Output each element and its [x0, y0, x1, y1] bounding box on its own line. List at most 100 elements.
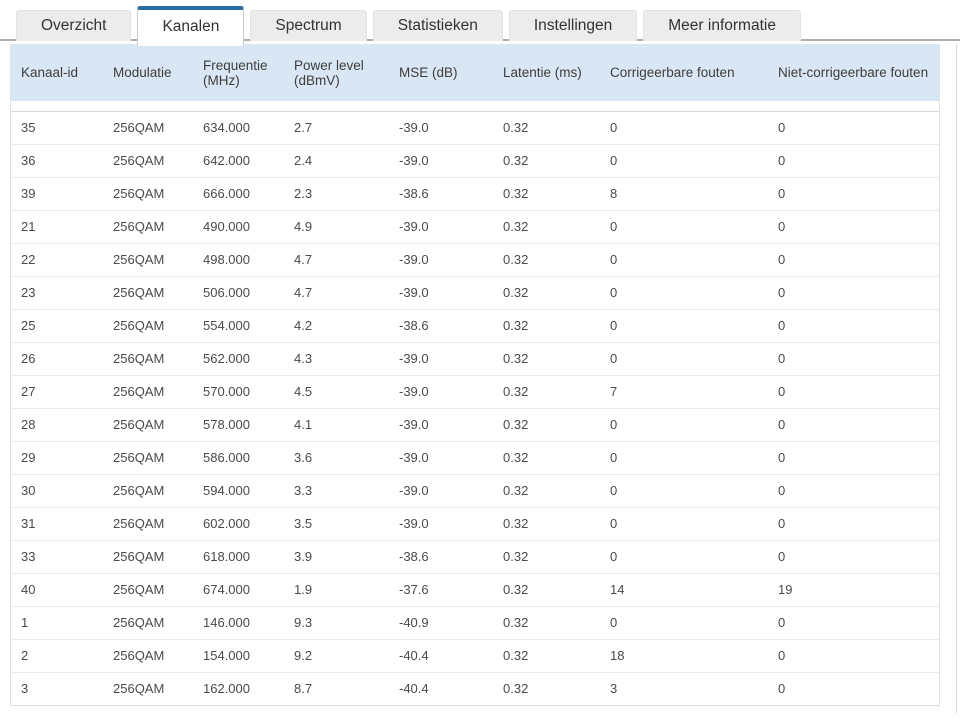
- table-cell: 2.3: [294, 178, 399, 210]
- table-cell: -39.0: [399, 376, 503, 408]
- table-cell: 3: [21, 673, 113, 705]
- table-cell: 0.32: [503, 475, 610, 507]
- table-cell: -39.0: [399, 409, 503, 441]
- table-cell: 256QAM: [113, 178, 203, 210]
- tab-overzicht[interactable]: Overzicht: [16, 10, 131, 41]
- scrollbar-track[interactable]: [956, 44, 957, 713]
- table-cell: 2: [21, 640, 113, 672]
- table-cell: 256QAM: [113, 607, 203, 639]
- table-cell: 26: [21, 343, 113, 375]
- table-cell: 0: [778, 640, 939, 672]
- table-cell: -39.0: [399, 112, 503, 144]
- table-cell: 0.32: [503, 178, 610, 210]
- table-cell: 0: [778, 244, 939, 276]
- tab-spectrum[interactable]: Spectrum: [250, 10, 366, 41]
- clipped-table-row: 8256QAM202.0004.6-40.40.3200: [11, 101, 939, 111]
- table-bottom-border: [11, 705, 939, 706]
- table-row: 26256QAM562.0004.3-39.00.3200: [11, 342, 939, 375]
- table-cell: -40.4: [399, 640, 503, 672]
- table-cell: 0.32: [503, 673, 610, 705]
- tab-instellingen[interactable]: Instellingen: [509, 10, 637, 41]
- table-cell: 33: [21, 541, 113, 573]
- table-row: 1256QAM146.0009.3-40.90.3200: [11, 606, 939, 639]
- table-cell: 554.000: [203, 310, 294, 342]
- table-cell: 4.7: [294, 277, 399, 309]
- table-cell: 3: [610, 673, 778, 705]
- table-cell: 7: [610, 376, 778, 408]
- table-cell: 0: [610, 343, 778, 375]
- table-cell: 256QAM: [113, 541, 203, 573]
- table-cell: 0: [610, 607, 778, 639]
- table-cell: 40: [21, 574, 113, 606]
- table-cell: 0.32: [503, 145, 610, 177]
- table-cell: 4.9: [294, 211, 399, 243]
- table-cell: 256QAM: [113, 673, 203, 705]
- table-cell: 18: [610, 640, 778, 672]
- table-cell: 0: [610, 541, 778, 573]
- table-cell: 0.32: [503, 409, 610, 441]
- table-cell: 570.000: [203, 376, 294, 408]
- table-cell: 1: [21, 607, 113, 639]
- table-cell: 4.2: [294, 310, 399, 342]
- tab-statistieken[interactable]: Statistieken: [373, 10, 503, 41]
- table-cell: 0: [610, 409, 778, 441]
- table-cell: 0: [778, 541, 939, 573]
- table-cell: 22: [21, 244, 113, 276]
- table-cell: 9.3: [294, 607, 399, 639]
- table-cell: 19: [778, 574, 939, 606]
- table-cell: 0: [610, 475, 778, 507]
- table-cell: 256QAM: [113, 475, 203, 507]
- table-cell: 0.32: [503, 310, 610, 342]
- table-cell: 256QAM: [113, 343, 203, 375]
- table-cell: 0: [778, 112, 939, 144]
- table-cell: 256QAM: [113, 640, 203, 672]
- table-cell: -39.0: [399, 277, 503, 309]
- table-cell: 506.000: [203, 277, 294, 309]
- table-cell: 256QAM: [113, 409, 203, 441]
- table-row: 2256QAM154.0009.2-40.40.32180: [11, 639, 939, 672]
- table-cell: 256QAM: [113, 376, 203, 408]
- table-cell: 30: [21, 475, 113, 507]
- table-cell: 0: [778, 475, 939, 507]
- table-cell: 0: [610, 244, 778, 276]
- table-cell: 0: [610, 112, 778, 144]
- table-cell: 0: [778, 442, 939, 474]
- table-row: 27256QAM570.0004.5-39.00.3270: [11, 375, 939, 408]
- tab-kanalen[interactable]: Kanalen: [137, 6, 244, 46]
- table-cell: 0: [778, 310, 939, 342]
- table-cell: 498.000: [203, 244, 294, 276]
- table-cell: 0: [778, 277, 939, 309]
- table-cell: 162.000: [203, 673, 294, 705]
- table-row: 40256QAM674.0001.9-37.60.321419: [11, 573, 939, 606]
- table-cell: 4.1: [294, 409, 399, 441]
- table-cell: 3.5: [294, 508, 399, 540]
- table-cell: 0: [610, 145, 778, 177]
- table-cell: 0: [778, 211, 939, 243]
- table-cell: 586.000: [203, 442, 294, 474]
- table-cell: 256QAM: [113, 211, 203, 243]
- column-header: Latentie (ms): [503, 65, 610, 80]
- table-cell: 490.000: [203, 211, 294, 243]
- table-cell: 8: [610, 178, 778, 210]
- table-row: 39256QAM666.0002.3-38.60.3280: [11, 177, 939, 210]
- table-cell: 0: [778, 178, 939, 210]
- table-cell: 642.000: [203, 145, 294, 177]
- table-cell: 23: [21, 277, 113, 309]
- table-cell: 0: [778, 607, 939, 639]
- table-cell: 578.000: [203, 409, 294, 441]
- table-cell: 2.7: [294, 112, 399, 144]
- table-cell: -39.0: [399, 343, 503, 375]
- table-row: 35256QAM634.0002.7-39.00.3200: [11, 111, 939, 144]
- table-cell: 256QAM: [113, 112, 203, 144]
- table-cell: -39.0: [399, 211, 503, 243]
- table-cell: 0.32: [503, 574, 610, 606]
- table-cell: 0: [778, 101, 939, 110]
- table-cell: 0: [610, 310, 778, 342]
- tab-meer-informatie[interactable]: Meer informatie: [643, 10, 801, 41]
- table-cell: 0.32: [503, 376, 610, 408]
- table-cell: 0.32: [503, 101, 610, 110]
- table-cell: 8: [21, 101, 113, 110]
- table-cell: 618.000: [203, 541, 294, 573]
- table-cell: 256QAM: [113, 145, 203, 177]
- table-cell: 31: [21, 508, 113, 540]
